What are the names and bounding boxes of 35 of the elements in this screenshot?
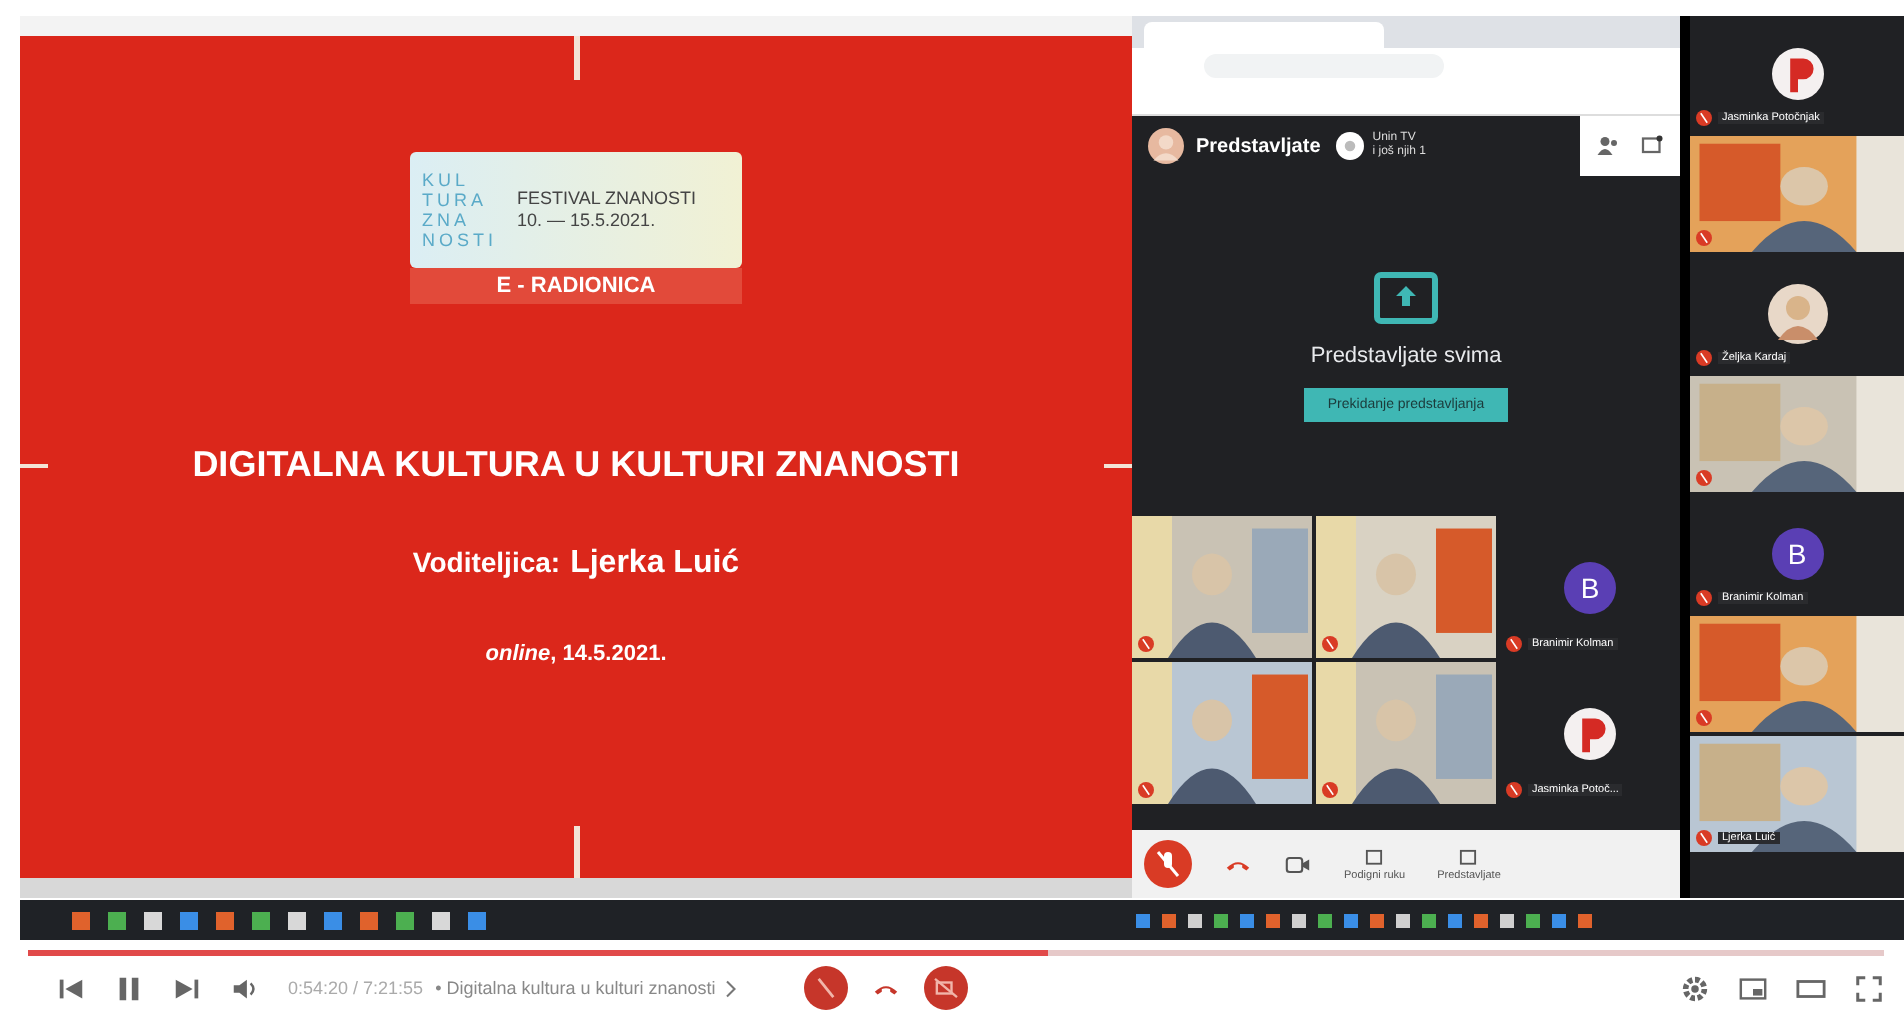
pause-icon[interactable] [114,973,144,1003]
avatar: B [1564,561,1616,613]
avatar-icon [1148,128,1184,164]
settings-icon[interactable] [1680,973,1710,1003]
logo-avatar-icon [1771,48,1823,100]
chapter-link[interactable]: • Digitalna kultura u kulturi znanosti [435,978,716,998]
slide-subtitle: E - RADIONICA [410,268,742,304]
festival-name: FESTIVAL ZNANOSTI [517,188,697,210]
slide-date: online, 14.5.2021. [485,642,667,666]
avatar-icon [1336,132,1365,160]
people-icon[interactable] [1596,134,1620,158]
miniplayer-icon[interactable] [1738,973,1768,1003]
presenting-label: Predstavljate [1196,135,1321,157]
chevron-right-icon[interactable] [723,979,736,997]
camera-icon[interactable] [1284,853,1312,875]
fullscreen-icon[interactable] [1854,973,1884,1003]
logo-text: TURA [422,190,489,210]
logo-text: NOSTI [422,230,498,250]
presenter-name: Ljerka Luić [570,546,740,582]
logo-text: ZNA [422,210,472,230]
slide-title: DIGITALNA KULTURA U KULTURI ZNANOSTI [192,444,960,486]
avatar: B [1771,528,1823,580]
festival-dates: 10. — 15.5.2021. [517,210,658,232]
present-screen-icon [1374,271,1438,323]
action-icon [1458,847,1479,867]
presenter-label: Voditeljica: [412,546,561,578]
camera-off-icon [923,966,968,1010]
logo-avatar-icon [1564,707,1616,759]
video-time: 0:54:20 / 7:21:55 [288,978,424,998]
microphone-button[interactable] [1144,840,1192,888]
progress-bar[interactable] [28,950,1884,956]
logo-text: KUL [422,170,472,190]
mic-off-icon [803,966,848,1010]
presenting-message: Predstavljate svima [1310,343,1502,367]
action-icon [1364,847,1385,867]
